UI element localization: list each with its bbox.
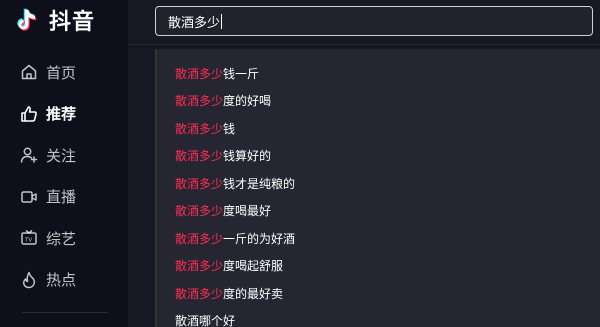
suggestion-item[interactable]: 散酒多少 度喝最好 — [175, 201, 271, 221]
person-add-icon — [20, 146, 38, 164]
dropdown-edge — [155, 49, 157, 327]
sidebar-item-follow[interactable]: 关注 — [0, 141, 128, 169]
suggestion-completion: 度的最好卖 — [223, 286, 284, 301]
suggestion-match: 散酒多少 — [175, 66, 224, 81]
header-divider — [128, 44, 600, 45]
text-caret — [221, 13, 223, 29]
sidebar-item-recommend[interactable]: 推荐 — [0, 100, 128, 128]
suggestion-item[interactable]: 散酒多少 度的最好卖 — [175, 283, 283, 303]
suggestion-match: 散酒多少 — [175, 121, 224, 136]
sidebar-item-hot[interactable]: 热点 — [0, 266, 128, 294]
sidebar-item-home[interactable]: 首页 — [0, 58, 128, 86]
sidebar-item-label: 热点 — [46, 271, 77, 289]
sidebar-divider — [22, 312, 108, 313]
search-input-value: 散酒多少 — [168, 15, 221, 31]
search-suggestions-dropdown: 散酒多少 钱一斤 散酒多少 度的好喝 散酒多少钱 散酒多少 钱算好的 散酒多少 钱才是纯… — [155, 49, 600, 327]
suggestion-item[interactable]: 散酒多少 钱才是纯粮的 — [175, 173, 295, 193]
suggestion-completion: 度的好喝 — [223, 94, 272, 108]
live-camera-icon — [20, 188, 38, 206]
suggestion-item[interactable]: 散酒多少 钱一斤 — [175, 63, 259, 83]
suggestion-completion: 散酒哪个好 — [175, 314, 236, 327]
sidebar-nav: 首页 推荐 关注 直播 TV 综艺 热点 — [0, 58, 128, 307]
sidebar-item-label: 关注 — [46, 146, 77, 165]
sidebar-item-label: 推荐 — [46, 105, 77, 123]
douyin-note-icon — [12, 5, 42, 35]
suggestion-completion: 度喝最好 — [223, 204, 272, 218]
sidebar-item-label: 综艺 — [46, 229, 77, 248]
thumbs-up-icon — [20, 105, 38, 123]
suggestion-match: 散酒多少 — [175, 94, 224, 108]
suggestion-completion: 度喝起舒服 — [223, 259, 284, 273]
suggestion-completion: 钱算好的 — [223, 149, 272, 163]
suggestion-completion: 钱 — [223, 121, 236, 136]
suggestion-item[interactable]: 散酒多少 度的好喝 — [175, 91, 271, 111]
tv-icon: TV — [20, 229, 38, 247]
flame-icon — [20, 271, 38, 289]
suggestion-match: 散酒多少 — [175, 149, 224, 163]
suggestion-completion: 钱一斤 — [223, 66, 260, 81]
svg-text:TV: TV — [24, 238, 32, 244]
suggestion-match: 散酒多少 — [175, 231, 224, 246]
home-icon — [20, 63, 38, 81]
sidebar: 抖音 首页 推荐 关注 直播 TV 综艺 热点 — [0, 0, 128, 327]
suggestion-item[interactable]: 散酒多少 钱算好的 — [175, 146, 271, 166]
suggestion-item[interactable]: 散酒多少 度喝起舒服 — [175, 256, 283, 276]
suggestion-completion: 钱才是纯粮的 — [223, 176, 296, 191]
logo[interactable]: 抖音 — [12, 4, 95, 36]
suggestion-match: 散酒多少 — [175, 176, 224, 191]
sidebar-item-label: 直播 — [46, 188, 77, 206]
suggestion-item[interactable]: 散酒多少钱 — [175, 118, 235, 138]
suggestion-match: 散酒多少 — [175, 286, 224, 301]
suggestion-item[interactable]: 散酒多少 一斤的为好酒 — [175, 228, 295, 248]
douyin-app: 抖音 首页 推荐 关注 直播 TV 综艺 热点 散酒多少 散酒多少 钱一斤 散酒… — [0, 0, 600, 327]
sidebar-item-live[interactable]: 直播 — [0, 183, 128, 211]
sidebar-item-label: 首页 — [46, 63, 77, 82]
search-input[interactable]: 散酒多少 — [155, 6, 593, 36]
suggestion-match: 散酒多少 — [175, 204, 224, 218]
suggestion-completion: 一斤的为好酒 — [223, 231, 296, 246]
suggestion-match: 散酒多少 — [175, 259, 224, 273]
app-name: 抖音 — [49, 10, 96, 35]
suggestion-item[interactable]: 散酒哪个好 — [175, 311, 235, 327]
sidebar-item-variety[interactable]: TV 综艺 — [0, 224, 128, 252]
